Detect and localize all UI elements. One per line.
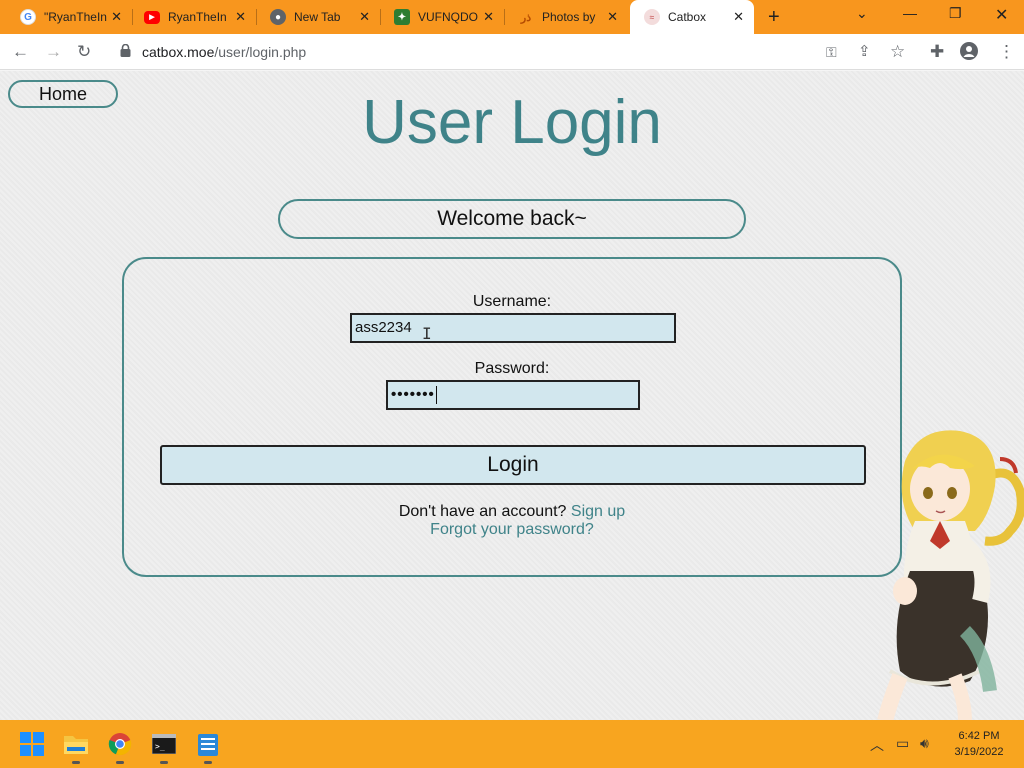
password-label: Password:: [474, 360, 550, 377]
tab-new-tab[interactable]: ● New Tab ✕: [256, 0, 380, 34]
chevron-up-icon[interactable]: ︿: [870, 735, 884, 755]
lock-icon[interactable]: [120, 44, 131, 57]
tab-label: "RyanTheIn: [44, 10, 107, 24]
svg-text:>_: >_: [155, 742, 165, 751]
forgot-line: Forgot your password?: [124, 521, 900, 539]
google-icon: G: [20, 9, 36, 25]
tab-label: New Tab: [294, 10, 341, 24]
terminal-icon[interactable]: >_: [150, 730, 178, 764]
anime-girl-mascot-image: [877, 430, 1024, 720]
minimize-icon[interactable]: —: [903, 5, 917, 21]
key-icon[interactable]: ⚿: [826, 44, 837, 61]
tab-google-search[interactable]: G "RyanTheIn ✕: [0, 0, 132, 34]
chrome-icon[interactable]: [106, 730, 134, 764]
volume-icon[interactable]: 🔊︎: [920, 735, 929, 752]
close-icon[interactable]: ✕: [733, 9, 744, 25]
page-content: Home User Login Welcome back~ Username: …: [0, 71, 1024, 720]
tab-youtube[interactable]: ▶ RyanTheIn ✕: [132, 0, 256, 34]
tab-label: VUFNQDO: [418, 10, 478, 24]
file-explorer-icon[interactable]: [62, 730, 90, 764]
login-card: Username: ass2234 I Password: ••••••• Lo…: [122, 257, 902, 577]
clock-time: 6:42 PM: [958, 730, 1000, 742]
windows-taskbar: >_ ︿ ▭ 🔊︎ 6:42 PM 3/19/2022: [0, 720, 1024, 768]
catbox-icon: ≈: [644, 9, 660, 25]
tenor-icon: ✦: [394, 9, 410, 25]
tab-label: RyanTheIn: [168, 10, 227, 24]
restore-icon[interactable]: ❐: [949, 5, 962, 22]
password-input[interactable]: •••••••: [386, 380, 640, 410]
username-input[interactable]: ass2234 I: [350, 313, 676, 343]
reload-icon[interactable]: ↻: [77, 42, 91, 62]
url-text[interactable]: catbox.moe/user/login.php: [142, 44, 306, 60]
username-label: Username:: [472, 293, 552, 310]
page-title: User Login: [362, 88, 662, 157]
close-icon[interactable]: ✕: [483, 9, 494, 25]
close-icon[interactable]: ✕: [235, 9, 246, 25]
clock-date: 3/19/2022: [954, 746, 1004, 758]
window-close-icon[interactable]: ✕: [995, 5, 1008, 25]
kebab-menu-icon[interactable]: ⋮: [998, 42, 1015, 62]
forward-arrow-icon[interactable]: →: [45, 42, 62, 62]
chrome-icon: ●: [270, 9, 286, 25]
text-cursor-icon: I: [422, 324, 432, 343]
network-icon[interactable]: ▭: [896, 735, 909, 752]
no-account-text: Don't have an account?: [398, 503, 567, 520]
browser-tab-strip: G "RyanTheIn ✕ ▶ RyanTheIn ✕ ● New Tab ✕…: [0, 0, 1024, 34]
login-button[interactable]: Login: [160, 445, 866, 485]
browser-toolbar: ← → ↻ catbox.moe/user/login.php ⚿ ⇪ ☆ ✚ …: [0, 34, 1024, 70]
tab-photos[interactable]: ذر Photos by ✕: [504, 0, 628, 34]
close-icon[interactable]: ✕: [359, 9, 370, 25]
youtube-icon: ▶: [144, 10, 160, 24]
profile-avatar-icon[interactable]: [960, 42, 978, 65]
forgot-password-link[interactable]: Forgot your password?: [430, 521, 594, 538]
share-icon[interactable]: ⇪: [858, 42, 871, 60]
tab-vufnqdo[interactable]: ✦ VUFNQDO ✕: [380, 0, 504, 34]
sign-up-link[interactable]: Sign up: [571, 503, 625, 520]
tab-search-chevron-icon[interactable]: ⌄: [856, 5, 868, 22]
tab-catbox[interactable]: ≈ Catbox ✕: [630, 0, 754, 34]
extensions-puzzle-icon[interactable]: ✚: [930, 42, 944, 62]
address-bar[interactable]: catbox.moe/user/login.php: [110, 38, 920, 66]
signup-line: Don't have an account? Sign up: [124, 503, 900, 521]
windows-start-icon[interactable]: [18, 730, 46, 758]
welcome-banner: Welcome back~: [278, 199, 746, 239]
close-icon[interactable]: ✕: [607, 9, 618, 25]
bookmark-star-icon[interactable]: ☆: [890, 42, 905, 62]
tab-label: Photos by: [542, 10, 596, 24]
notepad-icon[interactable]: [194, 730, 222, 764]
new-tab-plus-icon[interactable]: +: [768, 6, 780, 29]
system-clock[interactable]: 6:42 PM 3/19/2022: [946, 728, 1012, 760]
photos-icon: ذر: [520, 11, 532, 24]
back-arrow-icon[interactable]: ←: [12, 42, 29, 62]
close-icon[interactable]: ✕: [111, 9, 122, 25]
tab-label: Catbox: [668, 10, 707, 24]
